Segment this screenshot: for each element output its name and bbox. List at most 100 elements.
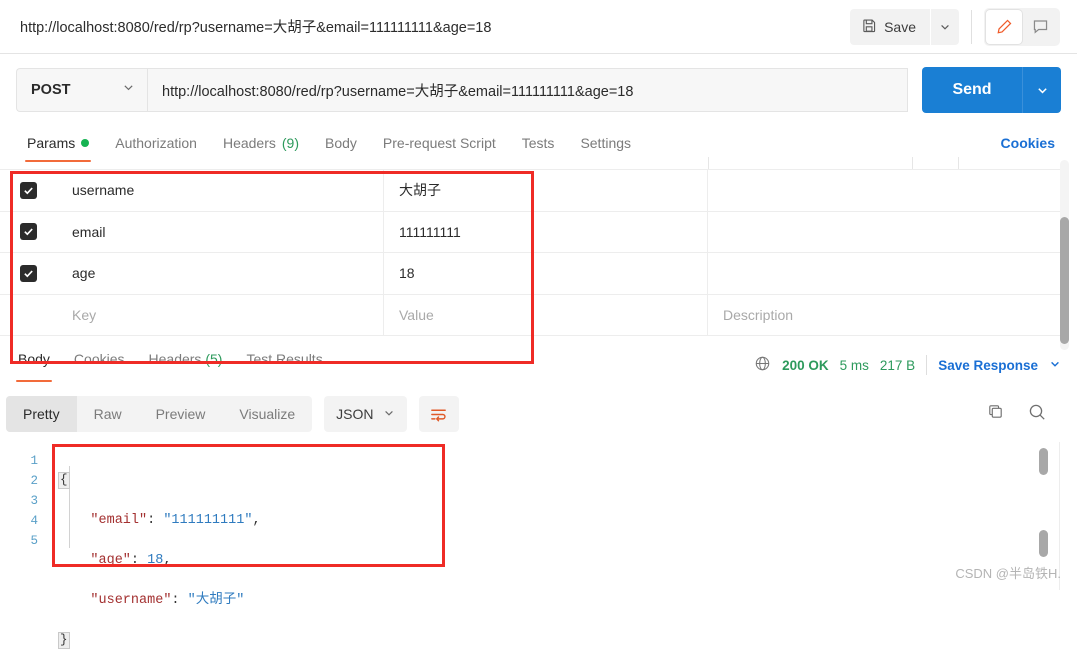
tab-tests[interactable]: Tests — [509, 126, 568, 160]
search-icon[interactable] — [1027, 402, 1047, 427]
row-enabled-checkbox-cell — [0, 295, 57, 336]
save-options-chevron-down-icon[interactable] — [931, 9, 959, 45]
comment-icon[interactable] — [1022, 10, 1058, 44]
row-enabled-checkbox-cell — [0, 253, 57, 294]
row-description[interactable] — [708, 212, 1062, 253]
line-number: 1 — [0, 451, 52, 471]
method-chevron-down-icon — [122, 81, 135, 99]
view-preview[interactable]: Preview — [139, 396, 223, 432]
send-button[interactable]: Send — [922, 67, 1022, 113]
response-tab-body[interactable]: Body — [6, 351, 62, 379]
checkbox-checked-icon[interactable] — [20, 223, 37, 240]
tab-settings[interactable]: Settings — [567, 126, 644, 160]
url-row: POST http://localhost:8080/red/rp?userna… — [0, 54, 1077, 126]
save-response-button[interactable]: Save Response — [938, 358, 1038, 373]
table-row[interactable]: age 18 — [0, 253, 1062, 295]
json-value: "111111111" — [163, 513, 252, 528]
fold-close-brace[interactable]: } — [58, 632, 70, 649]
response-tab-headers-count: (5) — [205, 351, 222, 367]
watermark: CSDN @半岛铁H. — [955, 563, 1061, 582]
view-pretty[interactable]: Pretty — [6, 396, 77, 432]
column-divider-tick — [958, 157, 959, 169]
column-divider-tick — [708, 157, 709, 169]
row-key[interactable]: age — [57, 253, 384, 294]
request-title: http://localhost:8080/red/rp?username=大胡… — [20, 16, 491, 37]
floppy-disk-icon — [862, 18, 877, 36]
top-bar: http://localhost:8080/red/rp?username=大胡… — [0, 0, 1077, 54]
row-key[interactable]: username — [57, 170, 384, 211]
response-tab-headers[interactable]: Headers (5) — [137, 351, 235, 379]
row-value[interactable]: 18 — [384, 253, 708, 294]
tab-headers[interactable]: Headers (9) — [210, 126, 312, 160]
table-row-empty[interactable]: Key Value Description — [0, 295, 1062, 337]
view-raw[interactable]: Raw — [77, 396, 139, 432]
new-value-input[interactable]: Value — [384, 295, 708, 336]
tab-authorization[interactable]: Authorization — [102, 126, 210, 160]
row-value[interactable]: 111111111 — [384, 212, 708, 253]
code-line: "age": 18, — [58, 551, 261, 571]
body-scrollbar-thumb-top[interactable] — [1039, 448, 1048, 475]
response-tab-cookies[interactable]: Cookies — [62, 351, 137, 379]
line-number: 2 — [0, 471, 52, 491]
url-input[interactable]: http://localhost:8080/red/rp?username=大胡… — [147, 68, 908, 112]
pencil-icon[interactable] — [986, 10, 1022, 44]
tab-headers-count: (9) — [282, 135, 299, 151]
checkbox-checked-icon[interactable] — [20, 265, 37, 282]
column-divider-tick — [912, 157, 913, 169]
response-tab-headers-label: Headers — [149, 351, 202, 367]
tab-headers-label: Headers — [223, 135, 276, 151]
json-comma: , — [163, 553, 171, 568]
tab-body-label: Body — [325, 135, 357, 151]
tab-authorization-label: Authorization — [115, 135, 197, 151]
row-enabled-checkbox-cell — [0, 212, 57, 253]
http-method-select[interactable]: POST — [16, 68, 147, 112]
send-options-chevron-down-icon[interactable] — [1022, 67, 1061, 113]
response-format-label: JSON — [336, 406, 373, 422]
json-comma: , — [252, 513, 260, 528]
tab-params[interactable]: Params — [14, 126, 102, 160]
edit-comment-group — [984, 8, 1060, 46]
tab-pre-request-script[interactable]: Pre-request Script — [370, 126, 509, 160]
tab-tests-label: Tests — [522, 135, 555, 151]
json-key: "age" — [90, 553, 131, 568]
new-key-input[interactable]: Key — [57, 295, 384, 336]
status-time: 5 ms — [840, 358, 869, 373]
checkbox-checked-icon[interactable] — [20, 182, 37, 199]
tab-params-label: Params — [27, 135, 75, 151]
response-tabs: Body Cookies Headers (5) Test Results 20… — [0, 351, 1077, 385]
row-key[interactable]: email — [57, 212, 384, 253]
json-value: 18 — [147, 553, 163, 568]
code-line: } — [58, 631, 261, 651]
code-line: "email": "111111111", — [58, 511, 261, 531]
status-size: 217 B — [880, 358, 915, 373]
save-button[interactable]: Save — [850, 9, 930, 45]
table-row[interactable]: username 大胡子 — [0, 170, 1062, 212]
view-visualize[interactable]: Visualize — [222, 396, 312, 432]
save-response-chevron-down-icon[interactable] — [1049, 358, 1061, 373]
word-wrap-icon[interactable] — [419, 396, 459, 432]
status-divider — [926, 355, 927, 375]
response-tab-test-results[interactable]: Test Results — [234, 351, 334, 379]
cookies-link[interactable]: Cookies — [1001, 126, 1055, 160]
body-scrollbar-thumb-bottom[interactable] — [1039, 530, 1048, 557]
new-description-input[interactable]: Description — [708, 295, 1062, 336]
line-number: 3 — [0, 491, 52, 511]
copy-icon[interactable] — [986, 402, 1005, 426]
tab-body[interactable]: Body — [312, 126, 370, 160]
save-group: Save — [850, 9, 959, 45]
row-description[interactable] — [708, 253, 1062, 294]
response-body-code[interactable]: { "email": "111111111", "age": 18, "user… — [58, 446, 261, 671]
json-key: "username" — [90, 593, 171, 608]
row-description[interactable] — [708, 170, 1062, 211]
line-number: 4 — [0, 511, 52, 531]
json-key: "email" — [90, 513, 147, 528]
fold-open-brace[interactable]: { — [58, 472, 70, 489]
format-chevron-down-icon — [383, 406, 395, 422]
response-format-select[interactable]: JSON — [324, 396, 406, 432]
table-row[interactable]: email 111111111 — [0, 212, 1062, 254]
params-active-dot-icon — [81, 139, 89, 147]
row-value[interactable]: 大胡子 — [384, 170, 708, 211]
params-scrollbar-thumb[interactable] — [1060, 217, 1069, 344]
row-enabled-checkbox-cell — [0, 170, 57, 211]
json-value: "大胡子" — [188, 593, 245, 608]
